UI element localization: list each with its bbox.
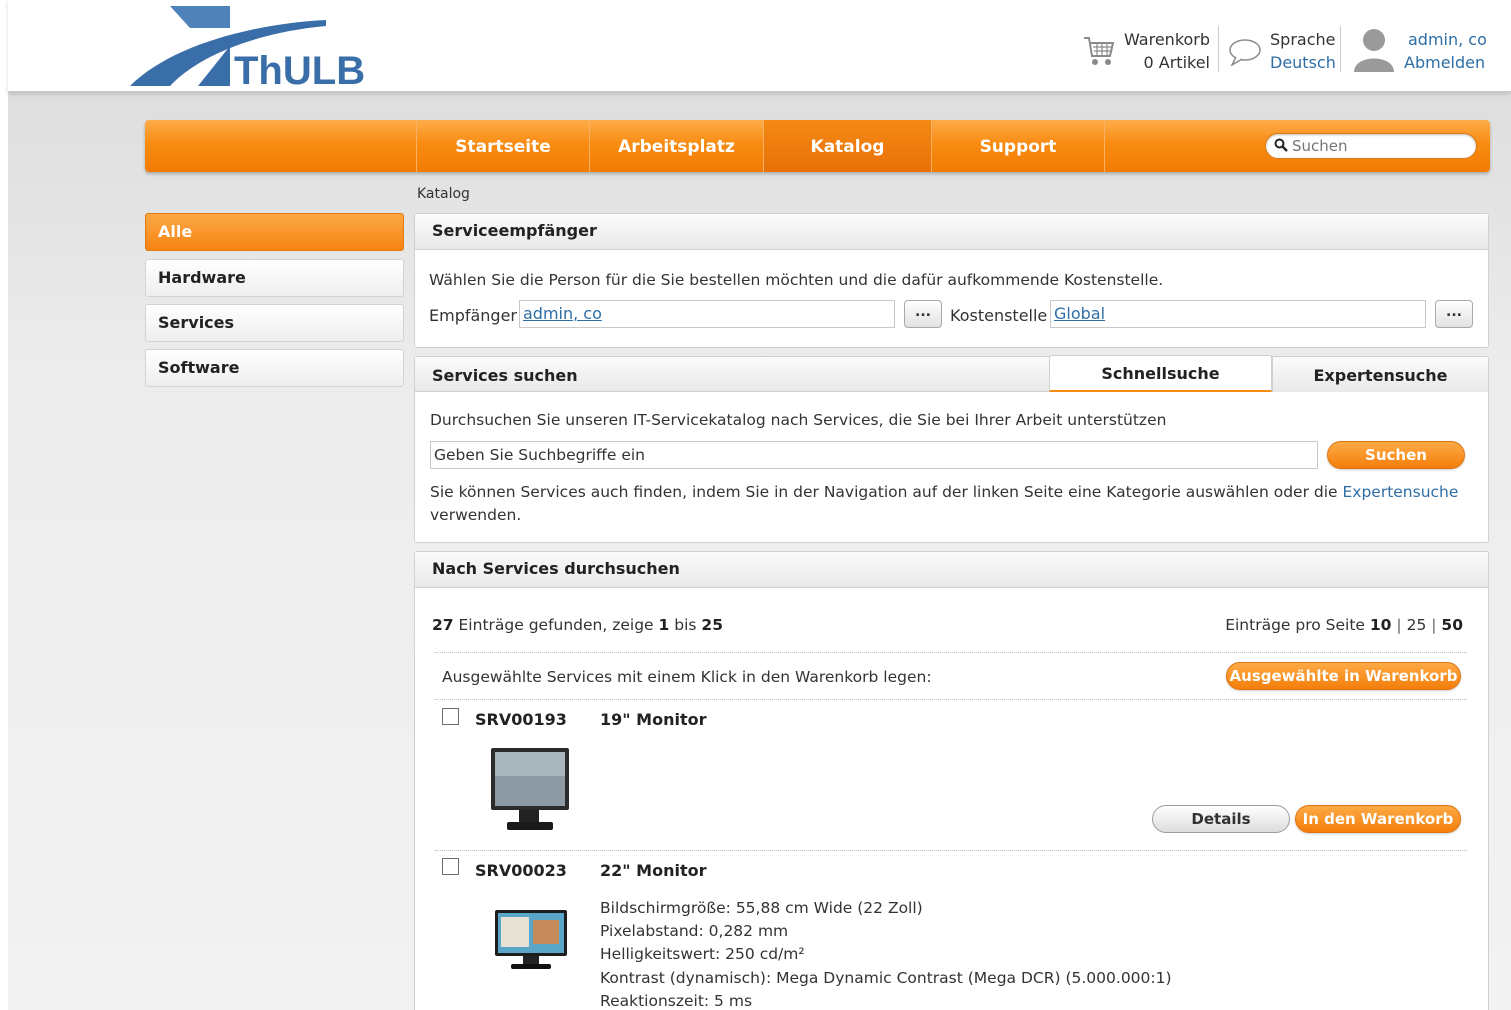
- monitor-19-image[interactable]: [489, 745, 571, 839]
- logout-link[interactable]: Abmelden: [1404, 53, 1485, 72]
- breadcrumb: Katalog: [417, 186, 470, 202]
- cost-center-label: Kostenstelle: [950, 306, 1048, 325]
- browse-panel: Nach Services durchsuchen 27 Einträge ge…: [414, 551, 1489, 1010]
- spec-line: Pixelabstand: 0,282 mm: [600, 922, 789, 940]
- main-navigation: Startseite Arbeitsplatz Katalog Support: [145, 120, 1490, 172]
- language-select[interactable]: Deutsch: [1270, 53, 1336, 72]
- search-panel: Services suchen Schnellsuche Expertensuc…: [414, 355, 1489, 543]
- result-text-bis: bis: [674, 616, 697, 634]
- thulb-logo[interactable]: ThULB: [130, 6, 390, 93]
- header-divider: [1218, 26, 1219, 72]
- sidebar-item-services[interactable]: Services: [145, 304, 404, 342]
- header-divider: [1340, 26, 1341, 72]
- nav-katalog[interactable]: Katalog: [763, 120, 931, 172]
- recipient-value[interactable]: admin, co: [523, 304, 602, 323]
- tab-quick-search[interactable]: Schnellsuche: [1049, 355, 1272, 392]
- search-hint-text: Sie können Services auch finden, indem S…: [430, 483, 1338, 501]
- per-page-25[interactable]: 25: [1407, 616, 1427, 634]
- item-checkbox[interactable]: [442, 708, 459, 725]
- logo-text: ThULB: [234, 49, 365, 92]
- add-to-cart-button[interactable]: In den Warenkorb: [1295, 805, 1461, 833]
- spec-line: Helligkeitswert: 250 cd/m²: [600, 945, 805, 963]
- speech-bubble-icon[interactable]: [1228, 38, 1262, 67]
- recipient-picker-button[interactable]: ...: [904, 300, 942, 328]
- search-intro: Durchsuchen Sie unseren IT-Servicekatalo…: [430, 411, 1167, 429]
- item-id[interactable]: SRV00023: [475, 861, 567, 880]
- language-label: Sprache: [1270, 30, 1336, 49]
- details-button[interactable]: Details: [1152, 805, 1290, 833]
- search-hint-text-end: verwenden.: [430, 506, 522, 524]
- tab-expert-search[interactable]: Expertensuche: [1272, 357, 1488, 392]
- result-total: 27: [432, 616, 454, 634]
- divider: [435, 699, 1467, 700]
- divider: [435, 652, 1467, 653]
- cart-label[interactable]: Warenkorb: [1124, 30, 1210, 49]
- monitor-22-image[interactable]: [493, 908, 569, 972]
- expert-search-link[interactable]: Expertensuche: [1342, 483, 1458, 501]
- per-page-label: Einträge pro Seite: [1225, 616, 1365, 634]
- sidebar-item-software[interactable]: Software: [145, 349, 404, 387]
- add-selected-to-cart-button[interactable]: Ausgewählte in Warenkorb: [1226, 662, 1461, 690]
- nav-startseite[interactable]: Startseite: [416, 120, 589, 172]
- catalog-search-button[interactable]: Suchen: [1327, 441, 1465, 469]
- divider: [435, 850, 1467, 851]
- per-page-50[interactable]: 50: [1441, 616, 1463, 634]
- search-icon: [1274, 138, 1288, 152]
- recipient-panel-title: Serviceempfänger: [415, 214, 1488, 250]
- cost-center-picker-button[interactable]: ...: [1435, 300, 1473, 328]
- nav-arbeitsplatz[interactable]: Arbeitsplatz: [589, 120, 763, 172]
- recipient-label: Empfänger: [429, 306, 518, 325]
- avatar: [1352, 26, 1396, 74]
- recipient-panel: Serviceempfänger Wählen Sie die Person f…: [414, 213, 1489, 348]
- user-name[interactable]: admin, co: [1408, 30, 1487, 49]
- recipient-description: Wählen Sie die Person für die Sie bestel…: [429, 271, 1164, 289]
- per-page-10[interactable]: 10: [1370, 616, 1392, 634]
- spec-line: Kontrast (dynamisch): Mega Dynamic Contr…: [600, 969, 1172, 987]
- item-id[interactable]: SRV00193: [475, 710, 567, 729]
- item-name[interactable]: 22" Monitor: [600, 861, 707, 880]
- sidebar-item-hardware[interactable]: Hardware: [145, 259, 404, 297]
- result-from: 1: [658, 616, 670, 634]
- browse-panel-title: Nach Services durchsuchen: [415, 552, 1488, 588]
- item-checkbox[interactable]: [442, 858, 459, 875]
- global-search-input[interactable]: [1292, 136, 1467, 156]
- bulk-add-text: Ausgewählte Services mit einem Klick in …: [442, 668, 932, 686]
- cost-center-field[interactable]: Global: [1050, 300, 1426, 328]
- global-search[interactable]: [1265, 133, 1477, 159]
- spec-line: Reaktionszeit: 5 ms: [600, 992, 753, 1010]
- sidebar-item-alle[interactable]: Alle: [145, 213, 404, 251]
- recipient-field[interactable]: admin, co: [519, 300, 895, 328]
- search-hint: Sie können Services auch finden, indem S…: [430, 481, 1470, 527]
- per-page-selector: Einträge pro Seite 10 | 25 | 50: [1225, 616, 1463, 634]
- nav-support[interactable]: Support: [931, 120, 1105, 172]
- item-name[interactable]: 19" Monitor: [600, 710, 707, 729]
- cart-count[interactable]: 0 Artikel: [1144, 53, 1211, 72]
- cost-center-value[interactable]: Global: [1054, 304, 1105, 323]
- catalog-search-input[interactable]: [430, 441, 1318, 469]
- result-text: Einträge gefunden, zeige: [458, 616, 654, 634]
- search-panel-title-text: Services suchen: [432, 366, 578, 385]
- spec-line: Bildschirmgröße: 55,88 cm Wide (22 Zoll): [600, 899, 923, 917]
- cart-icon[interactable]: [1083, 34, 1115, 68]
- result-count: 27 Einträge gefunden, zeige 1 bis 25: [432, 616, 723, 634]
- result-to: 25: [701, 616, 723, 634]
